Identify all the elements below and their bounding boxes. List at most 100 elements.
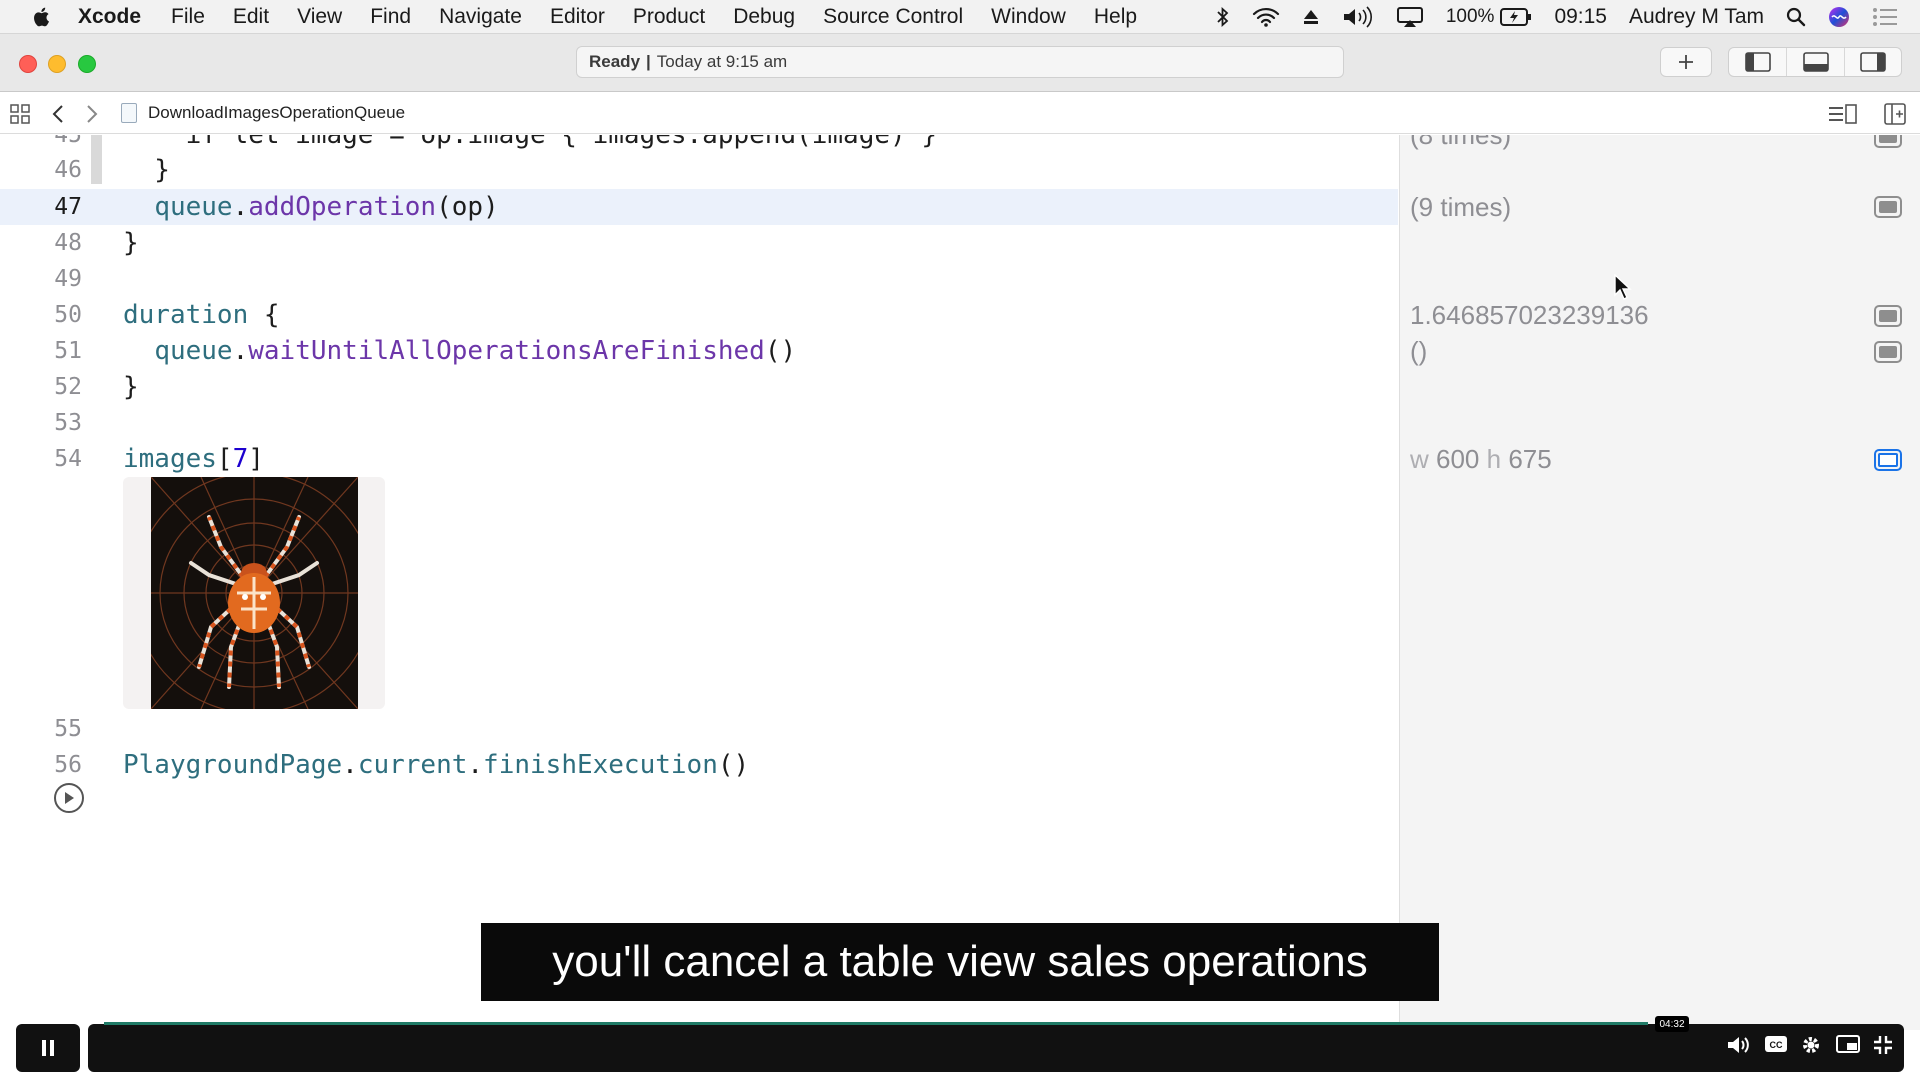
quick-look-button[interactable] [1874, 341, 1902, 363]
token-images: images [123, 444, 217, 474]
result-line51: () [1410, 336, 1428, 366]
fullscreen-window-button[interactable] [78, 55, 96, 73]
clock[interactable]: 09:15 [1554, 5, 1607, 29]
minimize-window-button[interactable] [48, 55, 66, 73]
menu-editor[interactable]: Editor [550, 5, 605, 29]
code-line[interactable]: 46 } [0, 152, 1398, 188]
line-number: 52 [54, 374, 82, 400]
code-line[interactable]: 48 } [0, 225, 1398, 261]
code-text: queue.waitUntilAllOperationsAreFinished(… [154, 336, 797, 366]
wifi-icon[interactable] [1252, 6, 1280, 28]
toggle-debug-area-button[interactable] [1786, 48, 1843, 76]
code-line[interactable]: 50 duration { [0, 297, 1398, 333]
spider-image [151, 477, 358, 709]
battery-charging-icon[interactable] [1500, 8, 1532, 26]
back-chevron-icon[interactable] [52, 105, 64, 123]
siri-icon[interactable] [1828, 6, 1850, 28]
line-number: 53 [54, 410, 82, 436]
plus-icon [1679, 55, 1693, 69]
line-number: 50 [54, 302, 82, 328]
video-caption: you'll cancel a table view sales operati… [481, 923, 1439, 1001]
editor-options-icon[interactable] [1829, 104, 1857, 124]
closed-captions-icon[interactable]: CC [1764, 1034, 1788, 1054]
progress-fill[interactable] [104, 1022, 1648, 1025]
settings-gear-icon[interactable] [1800, 1034, 1822, 1056]
progress-track[interactable] [88, 1024, 1904, 1072]
line-number: 46 [54, 157, 82, 183]
results-sidebar: (8 times) (9 times) 1.646857023239136 ()… [1399, 135, 1920, 1030]
airplay-icon[interactable] [1396, 6, 1424, 28]
menu-view[interactable]: View [297, 5, 342, 29]
layout-toggle-group [1728, 47, 1902, 77]
code-line[interactable]: 51 queue.waitUntilAllOperationsAreFinish… [0, 333, 1398, 369]
menu-file[interactable]: File [171, 5, 205, 29]
show-result-button-active[interactable] [1874, 449, 1902, 471]
token-duration: duration [123, 300, 249, 330]
video-player-controls [0, 1022, 1920, 1080]
token-finishexecution: finishExecution [483, 750, 718, 780]
menu-navigate[interactable]: Navigate [439, 5, 522, 29]
menu-debug[interactable]: Debug [733, 5, 795, 29]
height-value: 675 [1508, 444, 1552, 474]
time-badge: 04:32 [1655, 1016, 1689, 1032]
token-queue: queue [154, 336, 233, 366]
right-panel-icon [1860, 52, 1886, 72]
code-line[interactable]: 45 if let image = op.image { images.appe… [0, 135, 1398, 153]
pause-button[interactable] [16, 1024, 80, 1072]
menu-edit[interactable]: Edit [233, 5, 269, 29]
user-name[interactable]: Audrey M Tam [1629, 5, 1764, 29]
line-number: 56 [54, 752, 82, 778]
play-icon [65, 792, 74, 804]
activity-status: Ready [589, 52, 641, 71]
left-panel-icon [1744, 52, 1771, 72]
code-text: images[7] [123, 444, 264, 474]
forward-chevron-icon[interactable] [86, 105, 98, 123]
menu-app-xcode[interactable]: Xcode [78, 5, 141, 29]
menu-find[interactable]: Find [370, 5, 411, 29]
toggle-navigator-button[interactable] [1729, 48, 1786, 76]
code-line[interactable]: 53 [0, 405, 1398, 441]
width-label: w [1410, 444, 1429, 474]
add-editor-icon[interactable] [1884, 103, 1906, 125]
eject-icon[interactable] [1302, 8, 1320, 26]
quick-look-button[interactable] [1874, 305, 1902, 327]
close-window-button[interactable] [19, 55, 37, 73]
apple-icon[interactable] [30, 5, 54, 29]
code-line[interactable]: 54 images[7] [0, 441, 1398, 477]
code-text: duration { [123, 300, 280, 330]
quick-look-button[interactable] [1874, 135, 1902, 148]
spotlight-search-icon[interactable] [1786, 7, 1806, 27]
notification-center-icon[interactable] [1872, 7, 1898, 27]
menu-source-control[interactable]: Source Control [823, 5, 963, 29]
volume-icon[interactable] [1726, 1034, 1752, 1056]
code-line[interactable]: 49 [0, 261, 1398, 297]
result-line47: (9 times) [1410, 192, 1512, 222]
window-toolbar: Ready | Today at 9:15 am [0, 34, 1920, 92]
picture-in-picture-icon[interactable] [1836, 1034, 1860, 1054]
bluetooth-icon[interactable] [1216, 6, 1230, 28]
inline-result-image[interactable] [123, 477, 385, 709]
library-add-button[interactable] [1660, 47, 1712, 77]
menu-bar: Xcode File Edit View Find Navigate Edito… [0, 0, 1920, 34]
menu-product[interactable]: Product [633, 5, 705, 29]
run-playground-button[interactable] [54, 783, 84, 813]
width-value: 600 [1436, 444, 1480, 474]
token-waituntil: waitUntilAllOperationsAreFinished [248, 336, 765, 366]
source-editor[interactable]: 45 if let image = op.image { images.appe… [0, 135, 1398, 1030]
related-items-icon[interactable] [10, 104, 30, 124]
volume-icon[interactable] [1342, 6, 1374, 28]
quick-look-button[interactable] [1874, 196, 1902, 218]
breadcrumb-file[interactable]: DownloadImagesOperationQueue [148, 103, 405, 123]
toggle-inspector-button[interactable] [1843, 48, 1901, 76]
code-line-current[interactable]: 47 queue.addOperation(op) [0, 189, 1398, 225]
menu-help[interactable]: Help [1094, 5, 1137, 29]
line-number: 45 [54, 135, 82, 148]
code-line[interactable]: 52 } [0, 369, 1398, 405]
line-number: 47 [54, 194, 82, 220]
code-line[interactable]: 56 PlaygroundPage.current.finishExecutio… [0, 747, 1398, 783]
result-line50: 1.646857023239136 [1410, 300, 1649, 330]
menu-window[interactable]: Window [991, 5, 1066, 29]
exit-fullscreen-icon[interactable] [1872, 1034, 1894, 1056]
token-queue: queue [154, 192, 233, 222]
code-line[interactable]: 55 [0, 711, 1398, 747]
